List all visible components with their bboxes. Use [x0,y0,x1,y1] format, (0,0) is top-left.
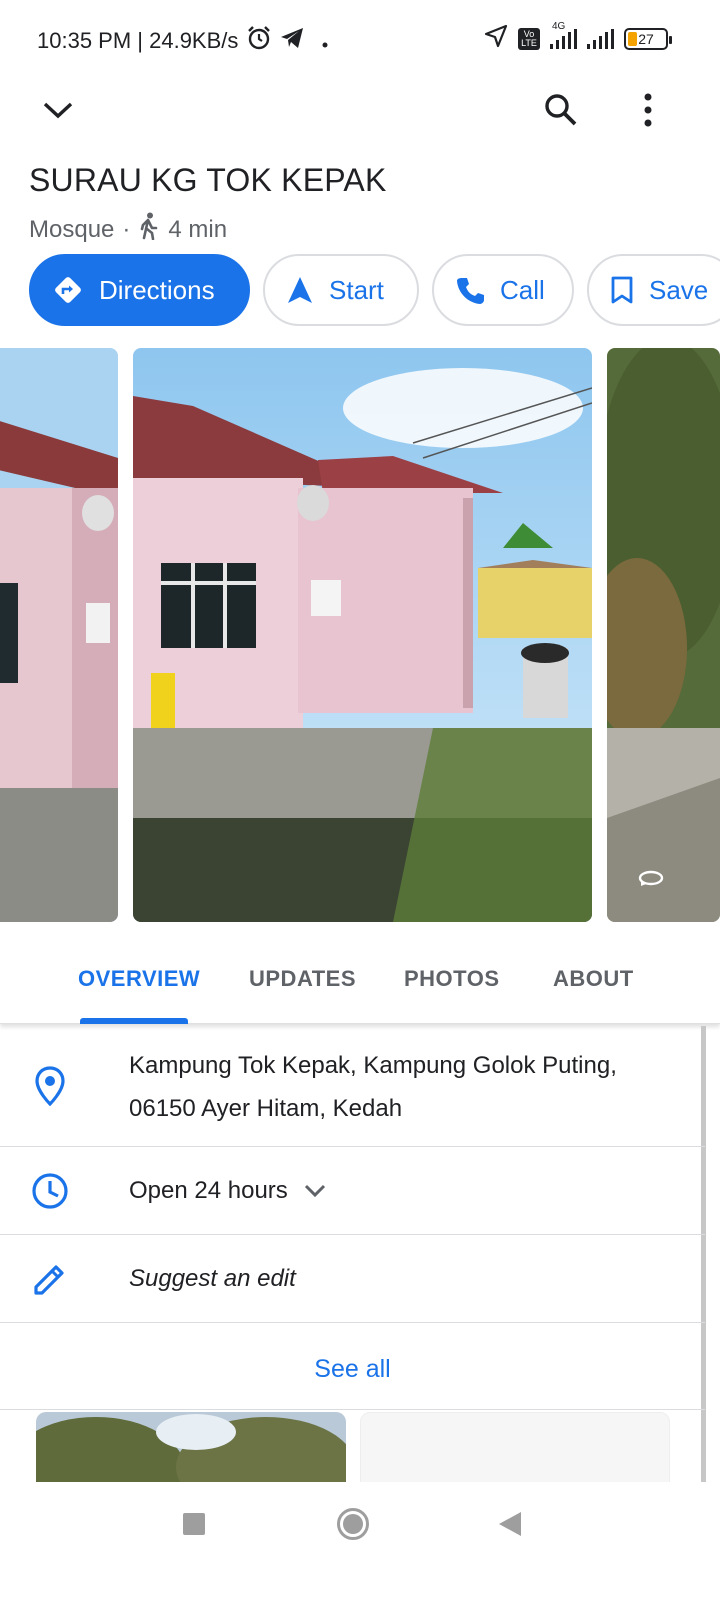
photo-main[interactable] [133,348,592,922]
dot-icon [322,28,328,54]
save-button[interactable]: Save [587,254,720,326]
more-vert-icon [644,93,652,127]
status-bar: 10:35 PM | 24.9KB/s Vo LTE 4G 27 [0,0,720,76]
location-arrow-icon [484,24,508,53]
search-icon [545,94,577,126]
directions-label: Directions [99,274,215,305]
network-type-label: 4G [552,20,566,32]
more-options-button[interactable] [624,86,672,134]
address-row[interactable]: Kampung Tok Kepak, Kampung Golok Puting,… [0,1026,705,1147]
top-app-bar [0,80,720,140]
location-pin-icon [30,1066,70,1106]
address-line-1: Kampung Tok Kepak, Kampung Golok Puting, [129,1052,617,1079]
bookmark-icon [611,276,633,304]
address-text: Kampung Tok Kepak, Kampung Golok Puting,… [129,1044,617,1130]
recents-button[interactable] [183,1513,205,1535]
signal-icon [587,28,614,49]
see-all-link[interactable]: See all [0,1330,705,1410]
photo-card[interactable] [36,1412,346,1482]
status-left: 10:35 PM | 24.9KB/s [37,25,328,57]
home-button[interactable] [337,1508,369,1540]
place-tabs: OVERVIEW UPDATES PHOTOS ABOUT [0,940,720,1024]
phone-icon [457,278,484,304]
volte-icon: Vo LTE [518,27,540,50]
suggest-edit-row[interactable]: Suggest an edit [0,1235,705,1323]
expand-hours-icon[interactable] [304,1184,326,1198]
status-time-speed: 10:35 PM | 24.9KB/s [37,28,239,53]
place-subtitle: Mosque · 4 min [29,212,227,247]
navigation-arrow-icon [288,277,312,303]
action-chips: Directions Start Call Save [29,254,720,326]
start-button[interactable]: Start [263,254,419,326]
tab-overview[interactable]: OVERVIEW [78,966,200,992]
call-label: Call [500,274,545,305]
photo-thumbnail[interactable] [0,348,118,922]
chevron-down-icon [43,102,73,119]
alarm-icon [246,25,272,57]
hours-row[interactable]: Open 24 hours [0,1147,705,1235]
photo-street-view[interactable] [607,348,720,922]
info-card[interactable] [360,1412,670,1482]
place-title: SURAU KG TOK KEPAK [29,162,387,198]
directions-icon [55,277,81,303]
tab-updates[interactable]: UPDATES [249,966,356,992]
battery-level: 27 [638,30,654,47]
photo-carousel[interactable] [0,348,720,922]
place-category: Mosque [29,215,115,243]
address-line-2: 06150 Ayer Hitam, Kedah [129,1095,403,1122]
hours-status: Open 24 hours [129,1177,288,1204]
subtitle-separator: · [122,215,131,243]
walk-time: 4 min [168,215,228,243]
tab-photos[interactable]: PHOTOS [404,966,500,992]
signal-4g-icon: 4G [550,21,577,49]
walking-icon [138,212,160,247]
tab-indicator [80,1018,188,1024]
clock-icon [30,1171,70,1211]
suggest-edit-text: Suggest an edit [129,1265,296,1292]
battery-icon: 27 [624,27,672,50]
tab-about[interactable]: ABOUT [553,966,634,992]
hours-text: Open 24 hours [129,1169,326,1212]
system-nav-bar [0,1482,720,1600]
street-view-360-icon [637,868,665,888]
directions-button[interactable]: Directions [29,254,250,326]
start-label: Start [329,274,384,305]
save-label: Save [649,274,709,305]
telegram-icon [280,27,304,55]
call-button[interactable]: Call [432,254,574,326]
edit-pencil-icon [30,1259,70,1299]
search-button[interactable] [537,86,585,134]
back-button[interactable] [499,1512,521,1536]
status-right: Vo LTE 4G 27 [484,21,672,53]
collapse-button[interactable] [34,86,82,134]
bottom-cards [0,1412,705,1482]
